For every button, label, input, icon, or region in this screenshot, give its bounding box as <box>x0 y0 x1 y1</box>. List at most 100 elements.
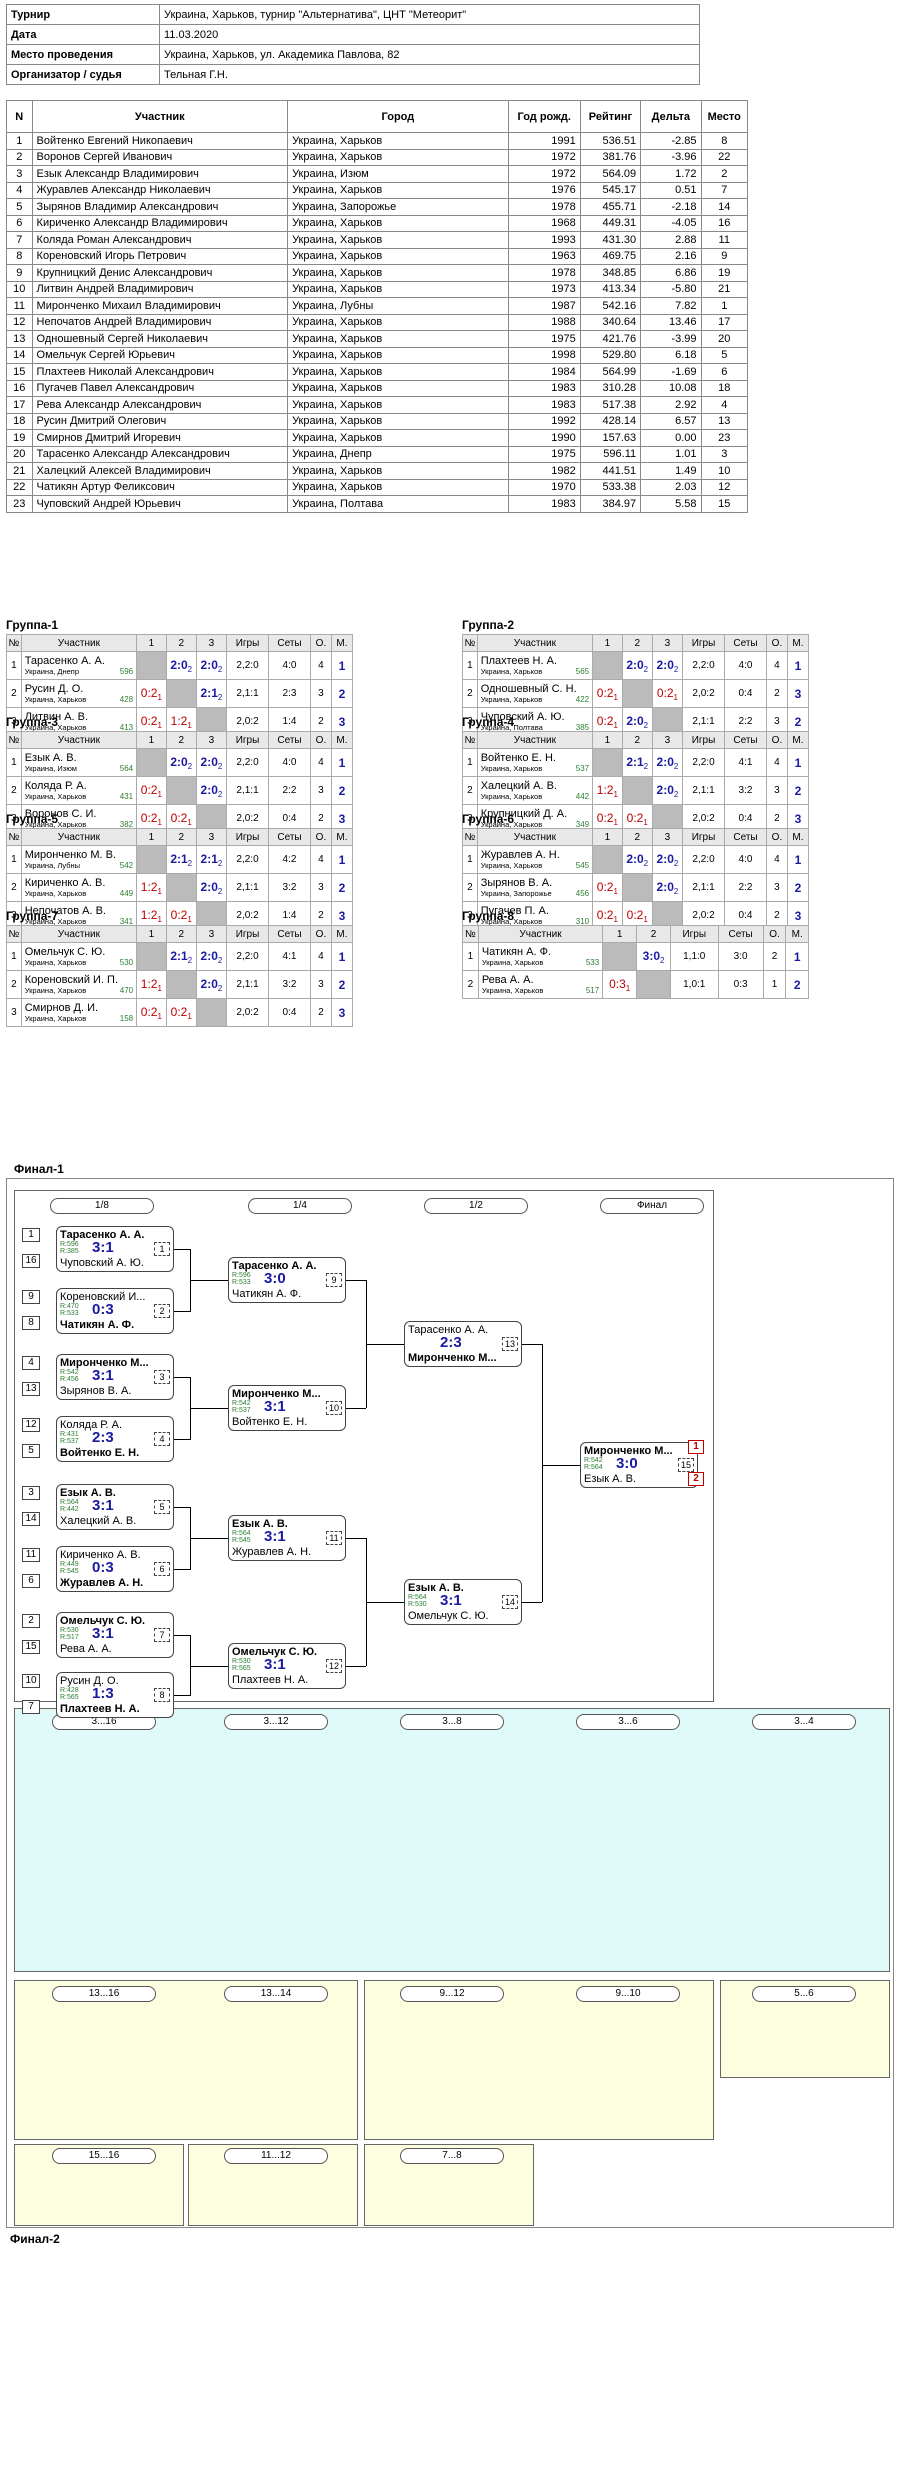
player-cell: 1.49 <box>640 462 702 480</box>
group-row: 1 Чатикян А. Ф. Украина, Харьков 533 3:02 1,1… <box>462 942 809 971</box>
player-cell: Миронченко Михаил Владимирович <box>31 297 289 315</box>
score-cell: 2:12 <box>165 942 197 971</box>
player-cell: 2.16 <box>640 247 702 265</box>
seed: 7 <box>22 1700 40 1714</box>
points: 2 <box>673 858 679 868</box>
points: 1 <box>157 886 162 896</box>
bracket-line <box>522 1344 542 1345</box>
player-cell: 11 <box>700 231 749 249</box>
bracket-line <box>174 1439 190 1440</box>
participant-city: Украина, Харьков 422 <box>480 695 590 704</box>
sets: 2:2 <box>268 776 311 805</box>
match-number: 4 <box>154 1432 170 1446</box>
player-cell: Зырянов Владимир Александрович <box>31 198 289 216</box>
rating-bottom: R:565 <box>232 1665 251 1672</box>
player-cell: Литвин Андрей Владимирович <box>31 280 289 298</box>
player-row: 22 Чатикян Артур Феликсович Украина, Харьк… <box>6 478 749 496</box>
place: 1 <box>330 845 354 874</box>
match-bottom: Чуповский А. Ю. <box>60 1257 144 1269</box>
score-cell: 1:21 <box>592 776 623 805</box>
score: 2:0 <box>656 879 674 894</box>
group-header: № <box>6 925 22 943</box>
points: 2 <box>217 692 223 702</box>
group-header: 2 <box>621 634 653 652</box>
place: 1 <box>786 651 810 680</box>
participant-rating: 428 <box>119 695 134 704</box>
match-number: 3 <box>154 1370 170 1384</box>
points-total: 2 <box>762 942 787 971</box>
player-cell: 1.01 <box>640 445 702 463</box>
match-bottom: Плахтеев Н. А. <box>60 1703 140 1715</box>
participant-city: Украина, Харьков 431 <box>24 792 134 801</box>
sets: 4:0 <box>724 651 767 680</box>
player-cell: 12 <box>700 478 749 496</box>
sets: 4:0 <box>724 845 767 874</box>
group-header: Игры <box>682 731 725 749</box>
points-total: 3 <box>765 776 788 805</box>
player-cell: 3 <box>700 445 749 463</box>
info-row: Место проведения Украина, Харьков, ул. Ак… <box>6 44 700 65</box>
player-cell: Воронов Сергей Иванович <box>31 148 289 166</box>
bracket-line <box>190 1538 228 1539</box>
round-header: 1/2 <box>424 1198 528 1214</box>
participant-rating: 517 <box>585 986 600 995</box>
group-header: Игры <box>682 634 725 652</box>
player-row: 14 Омельчук Сергей Юрьевич Украина, Харько… <box>6 346 749 364</box>
player-row: 15 Плахтеев Николай Александрович Украина,… <box>6 363 749 381</box>
group-header: 3 <box>651 828 684 846</box>
player-cell: 10.08 <box>640 379 702 397</box>
group-header: Участник <box>20 925 138 943</box>
group-row: 1 Омельчук С. Ю. Украина, Харьков 530 2:12 2:… <box>6 942 354 971</box>
place-value: 1 <box>794 852 802 867</box>
place-value: 3 <box>794 686 802 701</box>
group-header: М. <box>785 925 809 943</box>
sets: 4:0 <box>268 651 311 680</box>
group-title: Группа-6 <box>462 812 515 826</box>
games: 2,2:0 <box>226 651 269 680</box>
score-cell <box>165 873 197 902</box>
player-cell: 1998 <box>507 346 581 364</box>
bracket-line <box>174 1249 190 1250</box>
player-cell: Езык Александр Владимирович <box>31 165 289 183</box>
player-cell: 1972 <box>507 148 581 166</box>
info-value: 11.03.2020 <box>159 24 700 45</box>
sets: 3:0 <box>717 942 764 971</box>
participant-rating: 530 <box>119 958 134 967</box>
score-cell <box>592 748 623 777</box>
match-number: 8 <box>154 1688 170 1702</box>
group-header: 1 <box>136 828 167 846</box>
match-score: 1:3 <box>92 1685 114 1702</box>
group-row: 2 Рева А. А. Украина, Харьков 517 0:31 1,0:1 0… <box>462 970 809 999</box>
participant-cell: Миронченко М. В. Украина, Лубны 542 <box>20 845 138 874</box>
group-title: Группа-5 <box>6 812 59 826</box>
group-header: М. <box>786 634 810 652</box>
place: 1 <box>785 942 809 971</box>
participant-rating: 442 <box>575 792 590 801</box>
participant-name: Тарасенко А. А. <box>24 655 105 667</box>
score: 0:2 <box>140 685 158 700</box>
match-score: 3:1 <box>264 1656 286 1673</box>
player-cell: 1968 <box>507 214 581 232</box>
player-cell: 7 <box>6 231 33 249</box>
player-cell: 564.09 <box>579 165 642 183</box>
group-header: Участник <box>20 731 138 749</box>
score-cell: 0:31 <box>602 970 638 999</box>
points: 2 <box>187 761 193 771</box>
row-num: 2 <box>6 679 22 708</box>
sets: 4:1 <box>268 942 311 971</box>
group-header: 2 <box>165 731 197 749</box>
player-row: 3 Езык Александр Владимирович Украина, Изю… <box>6 165 749 183</box>
score-cell: 2:02 <box>651 651 684 680</box>
player-cell: 20 <box>700 330 749 348</box>
place-value: 3 <box>338 1005 346 1020</box>
group-header: М. <box>786 731 810 749</box>
participant-city: Украина, Лубны 542 <box>24 861 134 870</box>
games: 2,2:0 <box>682 845 725 874</box>
player-cell: 22 <box>6 478 33 496</box>
participant-rating: 545 <box>575 861 590 870</box>
player-row: 12 Непочатов Андрей Владимирович Украина, … <box>6 313 749 331</box>
r16-match: Русин Д. О. R:428 R:565 1:3 8 Плахтеев Н. А. <box>56 1672 174 1718</box>
points: 2 <box>217 886 223 896</box>
group-row: 1 Плахтеев Н. А. Украина, Харьков 565 2:02 2:… <box>462 651 810 680</box>
bracket-line <box>346 1538 366 1539</box>
